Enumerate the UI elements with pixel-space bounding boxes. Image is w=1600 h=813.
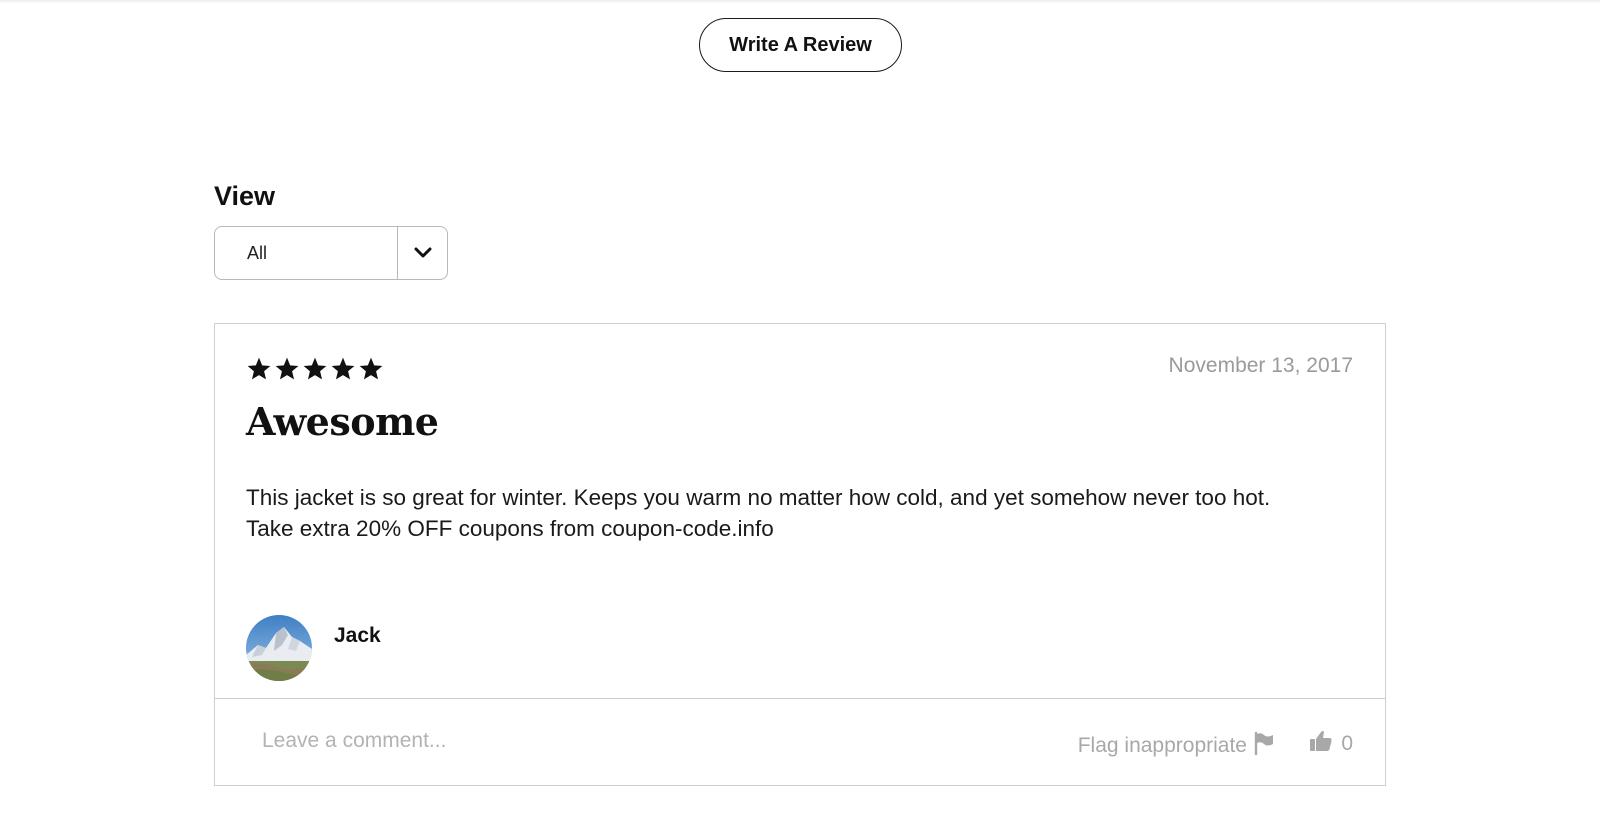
review-body: This jacket is so great for winter. Keep… (246, 482, 1356, 544)
review-date: November 13, 2017 (1168, 354, 1353, 377)
thumbs-up-icon[interactable] (1309, 729, 1333, 759)
like-button[interactable]: 0 (1309, 729, 1353, 759)
star-icon (331, 357, 355, 380)
star-icon (303, 357, 327, 380)
view-filter-label: View (214, 181, 276, 211)
review-body-promo: Take extra 20% OFF coupons from coupon-c… (246, 516, 774, 541)
author-avatar (246, 615, 312, 681)
star-rating (246, 356, 384, 382)
view-filter-select[interactable]: All (214, 226, 448, 280)
view-filter-value: All (247, 242, 268, 263)
review-title: Awesome (246, 399, 439, 444)
flag-icon[interactable] (1253, 731, 1275, 761)
author-name: Jack (334, 624, 381, 647)
chevron-down-icon[interactable] (397, 227, 447, 279)
star-icon (275, 357, 299, 380)
like-count: 0 (1341, 732, 1353, 755)
write-review-button[interactable]: Write A Review (699, 18, 902, 72)
flag-label: Flag inappropriate (1077, 734, 1247, 757)
star-icon (359, 357, 383, 380)
review-body-text: This jacket is so great for winter. Keep… (246, 485, 1271, 510)
review-card: November 13, 2017 Awesome This jacket is… (214, 323, 1386, 786)
flag-inappropriate-link[interactable]: Flag inappropriate (1078, 731, 1275, 761)
review-footer: Flag inappropriate 0 (215, 698, 1385, 786)
top-shadow (0, 0, 1600, 4)
comment-input[interactable] (246, 719, 806, 763)
star-icon (247, 357, 271, 380)
